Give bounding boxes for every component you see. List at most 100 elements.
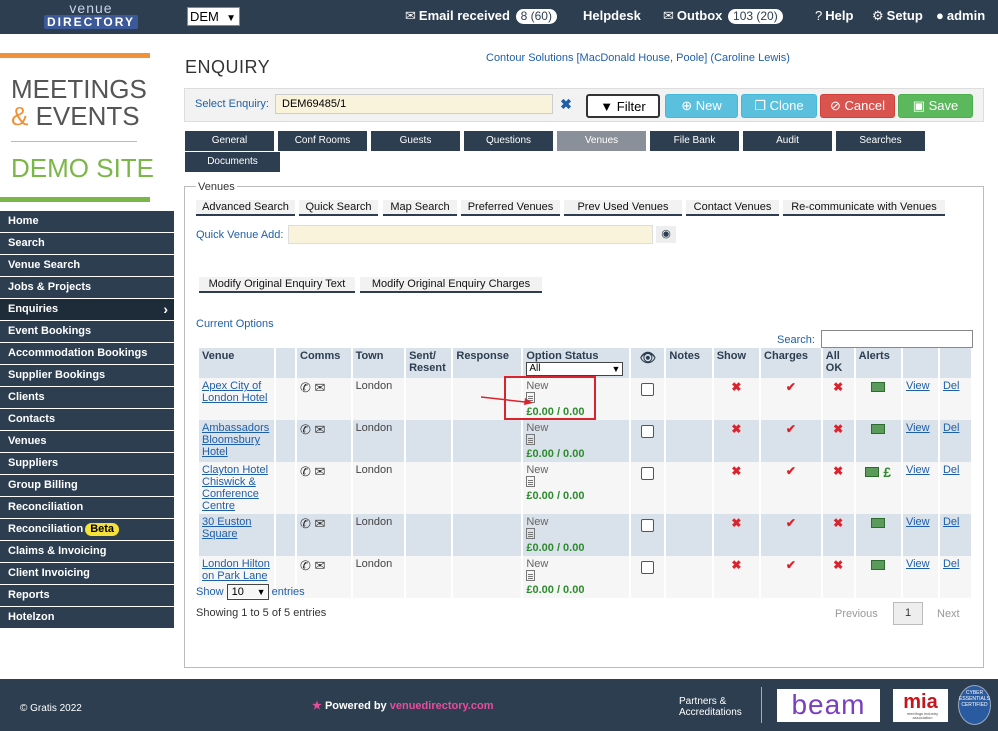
advanced-search-button[interactable]: Advanced Search: [196, 200, 295, 216]
visibility-checkbox[interactable]: [641, 519, 655, 532]
sidebar-item-suppliers[interactable]: Suppliers: [0, 453, 174, 474]
phone-icon[interactable]: ✆: [300, 380, 311, 395]
select-enquiry-input[interactable]: DEM69485/1: [275, 94, 553, 114]
contact-venues-button[interactable]: Contact Venues: [686, 200, 779, 216]
view-link[interactable]: View: [906, 464, 930, 476]
powered-by[interactable]: ★ Powered by venuedirectory.com: [312, 699, 493, 712]
col-sent-resent[interactable]: Sent/ Resent: [406, 348, 452, 378]
phone-icon[interactable]: ✆: [300, 464, 311, 479]
modify-enquiry-text-button[interactable]: Modify Original Enquiry Text: [199, 277, 355, 293]
document-icon[interactable]: [526, 528, 536, 539]
col-response[interactable]: Response: [453, 348, 522, 378]
company-link[interactable]: Contour Solutions [MacDonald House, Pool…: [486, 52, 790, 64]
money-alert-icon[interactable]: [871, 560, 886, 570]
sidebar-item-group-billing[interactable]: Group Billing: [0, 475, 174, 496]
col-comms[interactable]: Comms: [297, 348, 351, 378]
sidebar-item-home[interactable]: Home: [0, 211, 174, 232]
delete-link[interactable]: Del: [943, 464, 960, 476]
venue-directory-logo[interactable]: venue DIRECTORY: [44, 1, 138, 31]
check-icon[interactable]: ✔: [786, 380, 796, 394]
option-status-filter[interactable]: All ▼: [526, 362, 624, 376]
visibility-checkbox[interactable]: [641, 383, 655, 396]
venue-link[interactable]: Clayton Hotel Chiswick & Conference Cent…: [202, 464, 268, 512]
help-link[interactable]: ? Help: [815, 8, 853, 23]
sidebar-item-venue-search[interactable]: Venue Search: [0, 255, 174, 276]
tab-general[interactable]: General: [185, 131, 274, 151]
mia-logo[interactable]: mia meetings industry association: [893, 689, 948, 722]
col-visibility[interactable]: 👁: [631, 348, 665, 378]
venue-link[interactable]: 30 Euston Square: [202, 516, 252, 540]
cross-icon[interactable]: ✖: [731, 558, 741, 572]
recommunicate-venues-button[interactable]: Re-communicate with Venues: [783, 200, 945, 216]
envelope-icon[interactable]: ✉: [315, 422, 326, 437]
col-charges[interactable]: Charges: [761, 348, 821, 378]
view-link[interactable]: View: [906, 516, 930, 528]
check-icon[interactable]: ✔: [786, 422, 796, 436]
document-icon[interactable]: [526, 570, 536, 581]
page-1-button[interactable]: 1: [893, 602, 923, 625]
col-venue[interactable]: Venue: [199, 348, 275, 378]
delete-link[interactable]: Del: [943, 558, 960, 570]
document-icon[interactable]: [526, 434, 536, 445]
check-icon[interactable]: ✔: [786, 516, 796, 530]
quick-venue-add-input[interactable]: [288, 225, 653, 244]
money-alert-icon[interactable]: [871, 424, 886, 434]
tab-documents[interactable]: Documents: [185, 152, 280, 172]
helpdesk-link[interactable]: Helpdesk: [583, 8, 641, 23]
previous-button[interactable]: Previous: [835, 608, 878, 620]
delete-link[interactable]: Del: [943, 516, 960, 528]
tab-guests[interactable]: Guests: [371, 131, 460, 151]
quick-search-button[interactable]: Quick Search: [299, 200, 378, 216]
cross-icon[interactable]: ✖: [731, 516, 741, 530]
search-input[interactable]: [821, 330, 973, 348]
venue-link[interactable]: Apex City of London Hotel: [202, 380, 267, 404]
page-length-select[interactable]: 10 ▼: [226, 584, 269, 600]
check-icon[interactable]: ✔: [786, 558, 796, 572]
col-option-status[interactable]: Option Status All ▼: [523, 348, 630, 378]
clone-button[interactable]: ❐ Clone: [741, 94, 817, 118]
col-alerts[interactable]: Alerts: [855, 348, 901, 378]
tab-conf-rooms[interactable]: Conf Rooms: [278, 131, 367, 151]
cross-icon[interactable]: ✖: [731, 380, 741, 394]
cross-icon[interactable]: ✖: [833, 380, 843, 394]
outbox-link[interactable]: ✉ Outbox 103 (20): [663, 8, 783, 24]
sidebar-item-client-invoicing[interactable]: Client Invoicing: [0, 563, 174, 584]
venue-link[interactable]: Ambassadors Bloomsbury Hotel: [202, 422, 269, 458]
preferred-venues-button[interactable]: Preferred Venues: [461, 200, 560, 216]
sidebar-item-claims-invoicing[interactable]: Claims & Invoicing: [0, 541, 174, 562]
sidebar-item-reports[interactable]: Reports: [0, 585, 174, 606]
visibility-checkbox[interactable]: [641, 467, 655, 480]
document-icon[interactable]: [526, 476, 536, 487]
cancel-button[interactable]: ⊘ Cancel: [820, 94, 895, 118]
pound-alert-icon[interactable]: £: [883, 464, 891, 480]
col-show[interactable]: Show: [713, 348, 760, 378]
globe-icon[interactable]: ◉: [656, 226, 676, 243]
filter-button[interactable]: ▼ Filter: [586, 94, 660, 118]
sidebar-item-supplier-bookings[interactable]: Supplier Bookings: [0, 365, 174, 386]
tab-searches[interactable]: Searches: [836, 131, 925, 151]
email-received-link[interactable]: ✉ Email received 8 (60): [405, 8, 557, 24]
tab-audit[interactable]: Audit: [743, 131, 832, 151]
view-link[interactable]: View: [906, 558, 930, 570]
envelope-icon[interactable]: ✉: [315, 380, 326, 395]
money-alert-icon[interactable]: [871, 518, 886, 528]
clear-icon[interactable]: ✖: [555, 94, 577, 114]
sidebar-item-reconciliation-beta[interactable]: Reconciliation Beta: [0, 519, 174, 540]
view-link[interactable]: View: [906, 380, 930, 392]
save-button[interactable]: ▣ Save: [898, 94, 973, 118]
prev-used-venues-button[interactable]: Prev Used Venues: [564, 200, 682, 216]
envelope-icon[interactable]: ✉: [315, 516, 326, 531]
sidebar-item-contacts[interactable]: Contacts: [0, 409, 174, 430]
phone-icon[interactable]: ✆: [300, 516, 311, 531]
check-icon[interactable]: ✔: [786, 464, 796, 478]
map-search-button[interactable]: Map Search: [383, 200, 457, 216]
sidebar-item-reconciliation[interactable]: Reconciliation: [0, 497, 174, 518]
sidebar-item-enquiries[interactable]: Enquiries ›: [0, 299, 174, 320]
beam-logo[interactable]: beam: [777, 689, 880, 722]
sidebar-item-clients[interactable]: Clients: [0, 387, 174, 408]
visibility-checkbox[interactable]: [641, 425, 655, 438]
sidebar-item-venues[interactable]: Venues: [0, 431, 174, 452]
tab-file-bank[interactable]: File Bank: [650, 131, 739, 151]
phone-icon[interactable]: ✆: [300, 422, 311, 437]
sidebar-item-hotelzon[interactable]: Hotelzon: [0, 607, 174, 628]
